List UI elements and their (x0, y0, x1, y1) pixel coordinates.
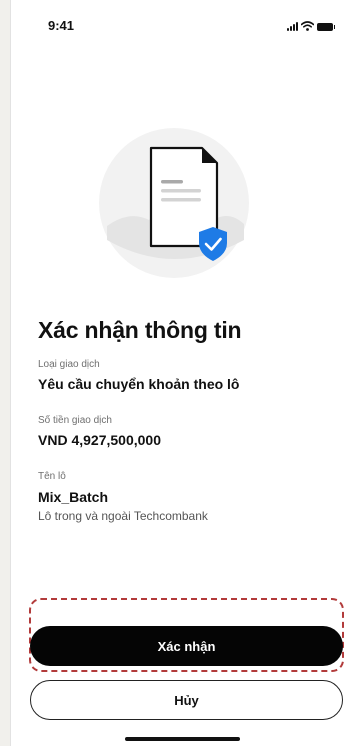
batch-description: Lô trong và ngoài Techcombank (38, 509, 208, 523)
page-title: Xác nhận thông tin (38, 317, 242, 343)
phone-screen: 9:41 Xác nhận thông tin Loại giao dịch Y… (10, 0, 345, 746)
document-verified-icon (99, 128, 249, 278)
amount-label: Số tiền giao dịch (38, 415, 112, 426)
status-time: 9:41 (48, 18, 75, 33)
cancel-button[interactable]: Hủy (30, 680, 343, 720)
battery-icon (317, 23, 335, 31)
status-icons (287, 21, 335, 31)
batch-name-value: Mix_Batch (38, 489, 109, 505)
signal-icon (287, 22, 298, 31)
home-indicator[interactable] (125, 737, 240, 741)
status-bar: 9:41 (10, 18, 345, 42)
transaction-type-value: Yêu cầu chuyển khoản theo lô (38, 376, 240, 392)
confirm-button[interactable]: Xác nhận (30, 626, 343, 666)
wifi-icon (301, 21, 314, 31)
amount-value: VND 4,927,500,000 (38, 432, 161, 448)
batch-name-label: Tên lô (38, 471, 66, 482)
transaction-type-label: Loại giao dịch (38, 359, 100, 370)
screen-edge (10, 0, 11, 746)
